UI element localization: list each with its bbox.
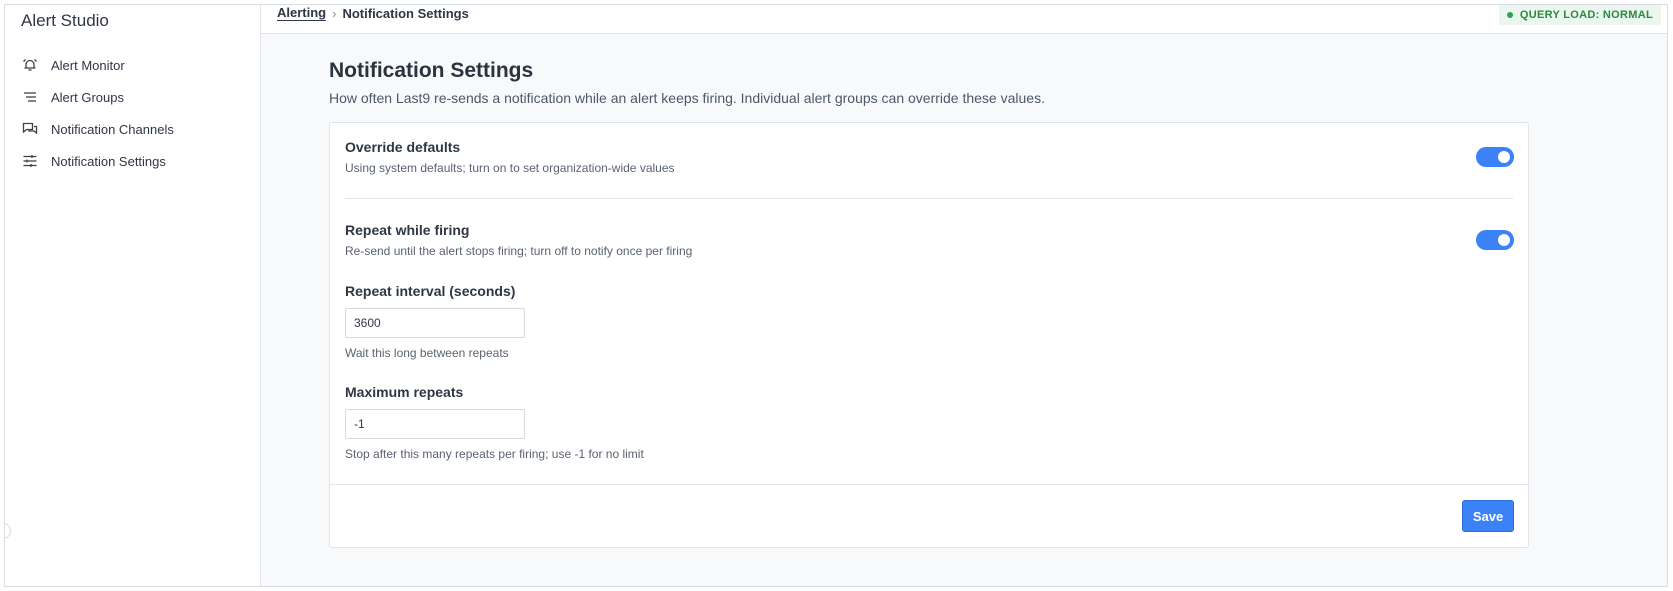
alarm-bell-icon (21, 56, 39, 74)
repeat-while-firing-title: Repeat while firing (345, 222, 470, 238)
repeat-while-firing-toggle[interactable] (1476, 230, 1514, 250)
repeat-interval-input[interactable] (345, 308, 525, 338)
breadcrumb-alerting-link[interactable]: Alerting (277, 5, 327, 21)
settings-card: Override defaults Using system defaults;… (329, 122, 1529, 548)
toggle-knob (1498, 151, 1510, 163)
chat-bubbles-icon (21, 120, 39, 138)
sidebar-item-label: Alert Monitor (51, 57, 125, 73)
sidebar-item-label: Alert Groups (51, 89, 124, 105)
top-bar: Alerting › Notification Settings QUERY L… (261, 5, 1667, 34)
toggle-knob (1498, 234, 1510, 246)
override-defaults-toggle[interactable] (1476, 147, 1514, 167)
page-description: How often Last9 re-sends a notification … (329, 90, 1045, 106)
maximum-repeats-input[interactable] (345, 409, 525, 439)
override-defaults-subtitle: Using system defaults; turn on to set or… (345, 161, 675, 175)
sidebar-item-label: Notification Channels (51, 121, 174, 137)
sidebar: Alert Studio Alert Monitor Alert Groups (5, 5, 261, 586)
breadcrumb-current: Notification Settings (342, 5, 469, 21)
section-divider (345, 198, 1513, 199)
repeat-while-firing-subtitle: Re-send until the alert stops firing; tu… (345, 244, 693, 258)
sidebar-nav: Alert Monitor Alert Groups Notification … (21, 49, 253, 177)
maximum-repeats-label: Maximum repeats (345, 384, 464, 400)
card-footer-divider (330, 484, 1528, 485)
page-title: Notification Settings (329, 59, 534, 82)
sliders-icon (21, 152, 39, 170)
sidebar-collapse-handle[interactable] (5, 523, 11, 539)
app-title: Alert Studio (21, 11, 109, 30)
breadcrumb-separator: › (332, 5, 337, 21)
maximum-repeats-help: Stop after this many repeats per firing;… (345, 447, 644, 461)
sidebar-item-notification-settings[interactable]: Notification Settings (21, 145, 253, 177)
app-window: Alert Studio Alert Monitor Alert Groups (4, 4, 1668, 587)
save-button[interactable]: Save (1462, 500, 1514, 532)
sidebar-item-label: Notification Settings (51, 153, 166, 169)
query-load-label: QUERY LOAD: NORMAL (1519, 9, 1653, 21)
repeat-interval-help: Wait this long between repeats (345, 346, 509, 360)
list-icon (21, 88, 39, 106)
override-defaults-title: Override defaults (345, 139, 461, 155)
breadcrumb: Alerting › Notification Settings (277, 5, 469, 21)
sidebar-item-notification-channels[interactable]: Notification Channels (21, 113, 253, 145)
repeat-interval-label: Repeat interval (seconds) (345, 283, 516, 299)
main-content: Notification Settings How often Last9 re… (261, 34, 1667, 586)
query-load-status-badge: QUERY LOAD: NORMAL (1498, 5, 1661, 25)
sidebar-item-alert-groups[interactable]: Alert Groups (21, 81, 253, 113)
status-dot-icon (1506, 12, 1513, 18)
sidebar-item-alert-monitor[interactable]: Alert Monitor (21, 49, 253, 81)
